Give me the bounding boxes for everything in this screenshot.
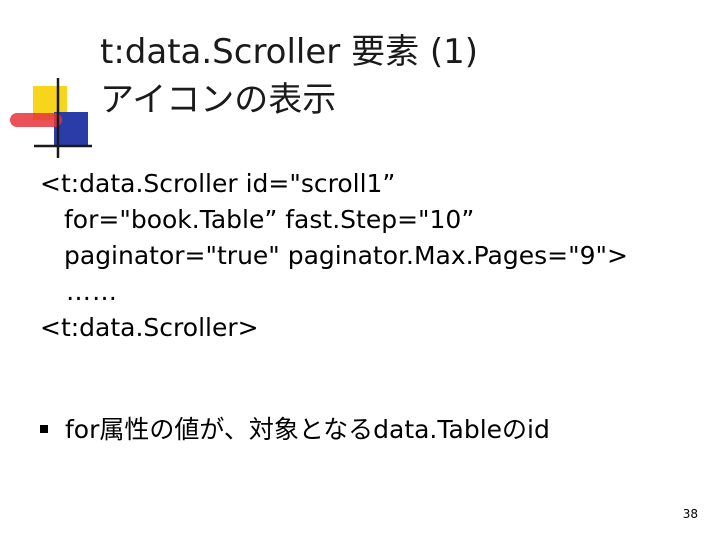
title-line-2: アイコンの表示 [100,80,337,120]
slide-title: t:data.Scroller 要素 (1) アイコンの表示 [100,28,478,124]
code-line-5: <t:data.Scroller> [40,313,259,342]
corner-logo [10,78,92,158]
code-line-2: for="book.Table” fast.Step="10” [64,205,475,234]
title-line-1: t:data.Scroller 要素 (1) [100,32,479,72]
code-ellipsis: …… [66,277,118,306]
code-line-3: paginator="true" paginator.Max.Pages="9"… [64,241,628,270]
bullet-text: for属性の値が、対象となるdata.Tableのid [65,415,550,444]
square-bullet-icon [40,425,48,433]
logo-red-bar [10,113,62,127]
page-number: 38 [682,507,698,521]
code-sample: <t:data.Scroller id="scroll1” for="book.… [40,166,628,346]
code-line-1: <t:data.Scroller id="scroll1” [40,169,396,198]
bullet-item: for属性の値が、対象となるdata.Tableのid [40,408,550,448]
